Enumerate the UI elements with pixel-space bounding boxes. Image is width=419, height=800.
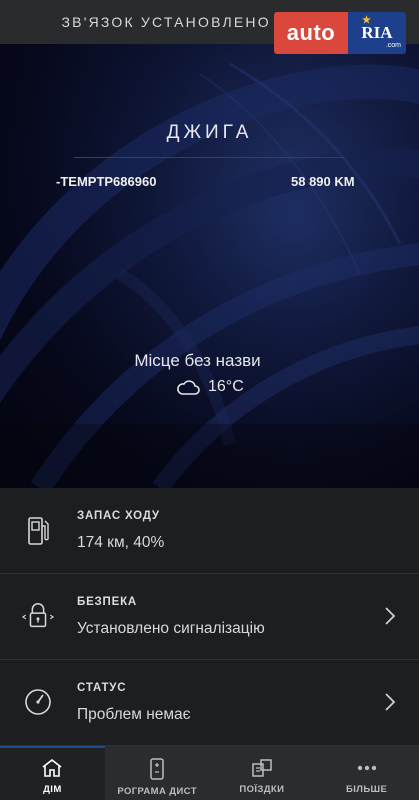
tab-label: ПОЇЗДКИ <box>239 784 285 795</box>
gauge-icon <box>22 684 54 720</box>
tab-label: БІЛЬШЕ <box>346 784 388 795</box>
chevron-right-icon[interactable] <box>384 692 396 712</box>
range-row[interactable]: ЗАПАС ХОДУ 174 км, 40% <box>0 488 419 574</box>
home-icon <box>42 758 62 777</box>
status-row[interactable]: СТАТУС Проблем немає <box>0 660 419 746</box>
security-title: БЕЗПЕКА <box>77 596 138 608</box>
watermark-auto: auto <box>274 12 348 54</box>
range-title: ЗАПАС ХОДУ <box>77 510 160 522</box>
vehicle-name: ДЖИГА <box>166 122 253 143</box>
range-value: 174 км, 40% <box>77 534 165 551</box>
temperature: 16°C <box>208 378 244 395</box>
lock-icon <box>22 598 54 634</box>
star-icon: ★ <box>362 15 371 26</box>
security-value: Установлено сигналізацію <box>77 620 265 637</box>
trips-icon <box>252 759 272 777</box>
watermark-ria: ★ RIA .com <box>348 12 406 54</box>
location-name: Місце без назви <box>134 351 261 370</box>
tab-label: РОГРАМА ДИСТ <box>117 786 197 797</box>
tab-trips[interactable]: ПОЇЗДКИ <box>210 746 315 800</box>
remote-icon <box>150 758 164 780</box>
odometer: 58 890 KM <box>291 174 355 189</box>
fuel-pump-icon <box>22 512 54 548</box>
tab-more[interactable]: БІЛЬШЕ <box>314 746 419 800</box>
bottom-tab-bar: ДІМ РОГРАМА ДИСТ ПОЇЗДКИ БІЛЬШЕ <box>0 746 419 800</box>
weather: 16°C <box>176 378 244 396</box>
tab-home[interactable]: ДІМ <box>0 746 105 800</box>
vehicle-vin: -TEMPTP686960 <box>56 174 157 189</box>
vehicle-hero: ДЖИГА -TEMPTP686960 58 890 KM Місце без … <box>0 44 419 488</box>
tab-label: ДІМ <box>43 784 62 795</box>
autoria-watermark: auto ★ RIA .com <box>274 12 406 54</box>
security-row[interactable]: БЕЗПЕКА Установлено сигналізацію <box>0 574 419 660</box>
cloud-icon <box>177 380 200 395</box>
status-value: Проблем немає <box>77 706 191 723</box>
chevron-right-icon[interactable] <box>384 606 396 626</box>
tab-remote[interactable]: РОГРАМА ДИСТ <box>105 746 210 800</box>
status-title: СТАТУС <box>77 682 127 694</box>
divider <box>74 157 344 158</box>
wheel-background <box>0 44 419 488</box>
info-list: ЗАПАС ХОДУ 174 км, 40% БЕЗПЕКА Установле… <box>0 488 419 746</box>
more-icon <box>357 765 376 771</box>
